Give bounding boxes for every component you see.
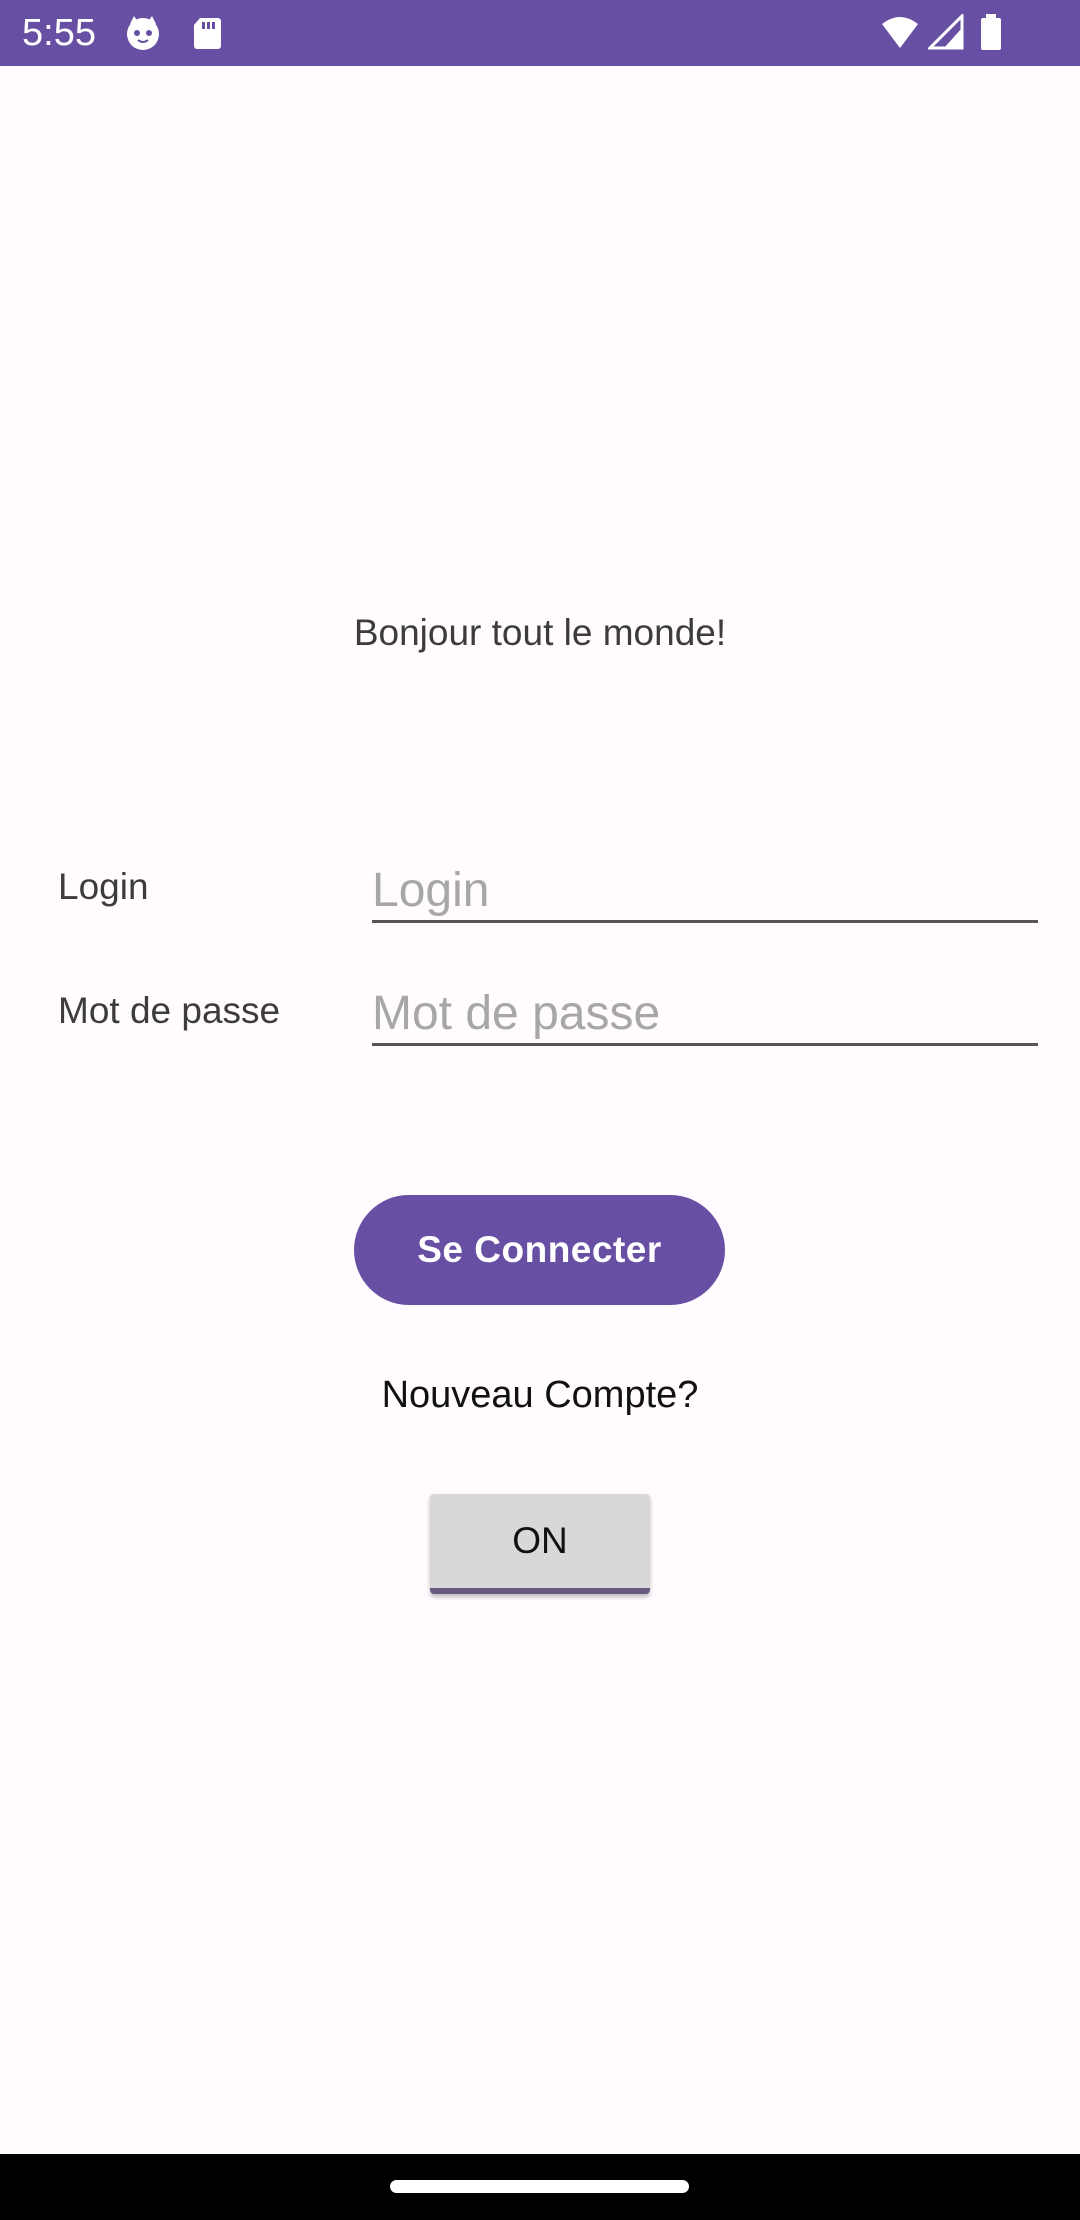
greeting-text: Bonjour tout le monde! bbox=[353, 612, 727, 653]
password-label: Mot de passe bbox=[58, 990, 281, 1031]
login-label: Login bbox=[58, 866, 149, 907]
password-input[interactable] bbox=[372, 983, 1038, 1046]
status-time: 5:55 bbox=[22, 12, 96, 54]
battery-icon bbox=[978, 14, 1016, 52]
signal-icon bbox=[926, 12, 966, 52]
cat-face-icon bbox=[124, 14, 162, 52]
home-gesture-handle[interactable] bbox=[390, 2180, 689, 2193]
login-input[interactable] bbox=[372, 860, 1038, 923]
status-bar: 5:55 bbox=[0, 0, 1080, 66]
on-toggle-button[interactable]: ON bbox=[430, 1494, 650, 1594]
new-account-link[interactable]: Nouveau Compte? bbox=[0, 1374, 1080, 1417]
connect-button[interactable]: Se Connecter bbox=[354, 1195, 725, 1305]
app-screen: 5:55 Bonjour tout le monde! Login Login … bbox=[0, 0, 1080, 2220]
sd-card-icon bbox=[188, 14, 226, 52]
wifi-icon bbox=[880, 14, 918, 52]
